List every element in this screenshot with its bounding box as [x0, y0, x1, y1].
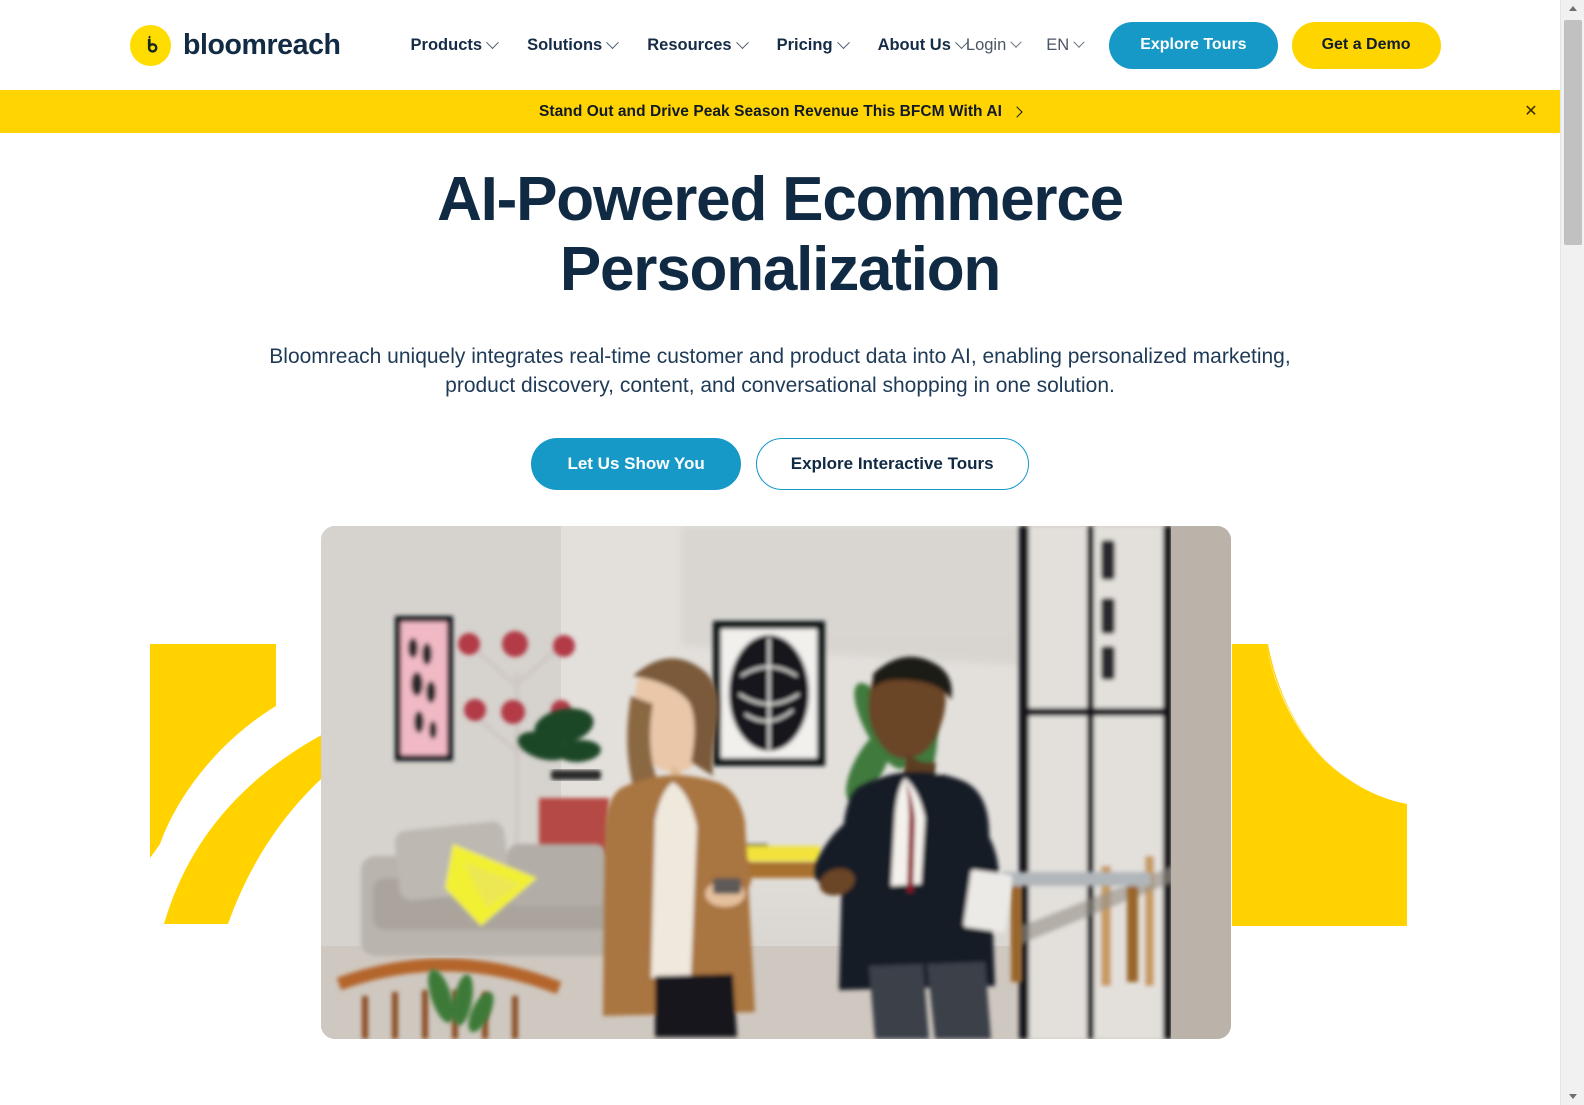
- nav-item-resources[interactable]: Resources: [647, 35, 749, 55]
- scroll-up-arrow-icon[interactable]: [1561, 0, 1584, 17]
- hero-title-line-1: AI-Powered Ecommerce: [437, 165, 1124, 234]
- get-a-demo-button[interactable]: Get a Demo: [1291, 21, 1441, 69]
- logo-wordmark: bloomreach: [183, 28, 341, 61]
- hero-title-line-2: Personalization: [559, 235, 1001, 305]
- hero-media-zone: [0, 526, 1560, 1086]
- bloomreach-b-icon: [130, 24, 171, 66]
- hero-cta-group: Let Us Show You Explore Interactive Tour…: [0, 438, 1560, 491]
- login-label: Login: [965, 35, 1007, 54]
- browser-viewport: bloomreach Products Solutions Resources …: [0, 0, 1584, 1105]
- scrollbar-thumb[interactable]: [1564, 20, 1582, 245]
- site-header: bloomreach Products Solutions Resources …: [0, 0, 1560, 90]
- chevron-down-icon: [836, 35, 850, 49]
- header-utilities: Login EN Explore Tours Get a Demo: [965, 21, 1441, 69]
- nav-item-products[interactable]: Products: [410, 35, 499, 55]
- chevron-down-icon: [606, 35, 620, 49]
- nav-item-label: Solutions: [527, 35, 603, 54]
- page-content: bloomreach Products Solutions Resources …: [0, 0, 1560, 1105]
- chevron-right-icon: [1011, 105, 1023, 118]
- chevron-down-icon: [1073, 36, 1085, 48]
- language-label: EN: [1046, 35, 1070, 54]
- bloomreach-logo[interactable]: bloomreach: [130, 24, 341, 66]
- nav-item-label: Pricing: [776, 35, 833, 54]
- let-us-show-you-button[interactable]: Let Us Show You: [531, 438, 741, 491]
- chevron-down-icon: [735, 35, 749, 49]
- page-title: AI-Powered Ecommerce Personalization: [330, 165, 1230, 305]
- close-icon[interactable]: ✕: [1520, 101, 1542, 123]
- login-menu[interactable]: Login: [965, 35, 1022, 55]
- chevron-down-icon: [1010, 36, 1022, 48]
- nav-item-label: About Us: [877, 35, 951, 54]
- nav-item-label: Resources: [647, 35, 732, 54]
- hero-video-thumbnail[interactable]: [321, 526, 1231, 1040]
- nav-item-pricing[interactable]: Pricing: [776, 35, 850, 55]
- nav-item-label: Products: [410, 35, 483, 54]
- promo-banner: Stand Out and Drive Peak Season Revenue …: [0, 90, 1560, 133]
- promo-banner-text: Stand Out and Drive Peak Season Revenue …: [539, 102, 1002, 120]
- hero-section: AI-Powered Ecommerce Personalization Blo…: [0, 133, 1560, 491]
- page-scrollbar[interactable]: [1560, 0, 1584, 1105]
- main-navigation: Products Solutions Resources Pricing Abo…: [410, 35, 968, 55]
- chevron-down-icon: [486, 35, 499, 49]
- promo-banner-link[interactable]: Stand Out and Drive Peak Season Revenue …: [539, 102, 1023, 121]
- yellow-swoosh-right-icon: [1232, 644, 1407, 927]
- nav-item-solutions[interactable]: Solutions: [527, 35, 620, 55]
- explore-tours-button[interactable]: Explore Tours: [1109, 21, 1278, 69]
- language-selector[interactable]: EN: [1046, 35, 1085, 55]
- scroll-down-arrow-icon[interactable]: [1561, 1088, 1584, 1105]
- explore-interactive-tours-button[interactable]: Explore Interactive Tours: [755, 438, 1029, 491]
- hero-subtitle: Bloomreach uniquely integrates real-time…: [269, 345, 1291, 397]
- nav-item-about-us[interactable]: About Us: [877, 35, 968, 55]
